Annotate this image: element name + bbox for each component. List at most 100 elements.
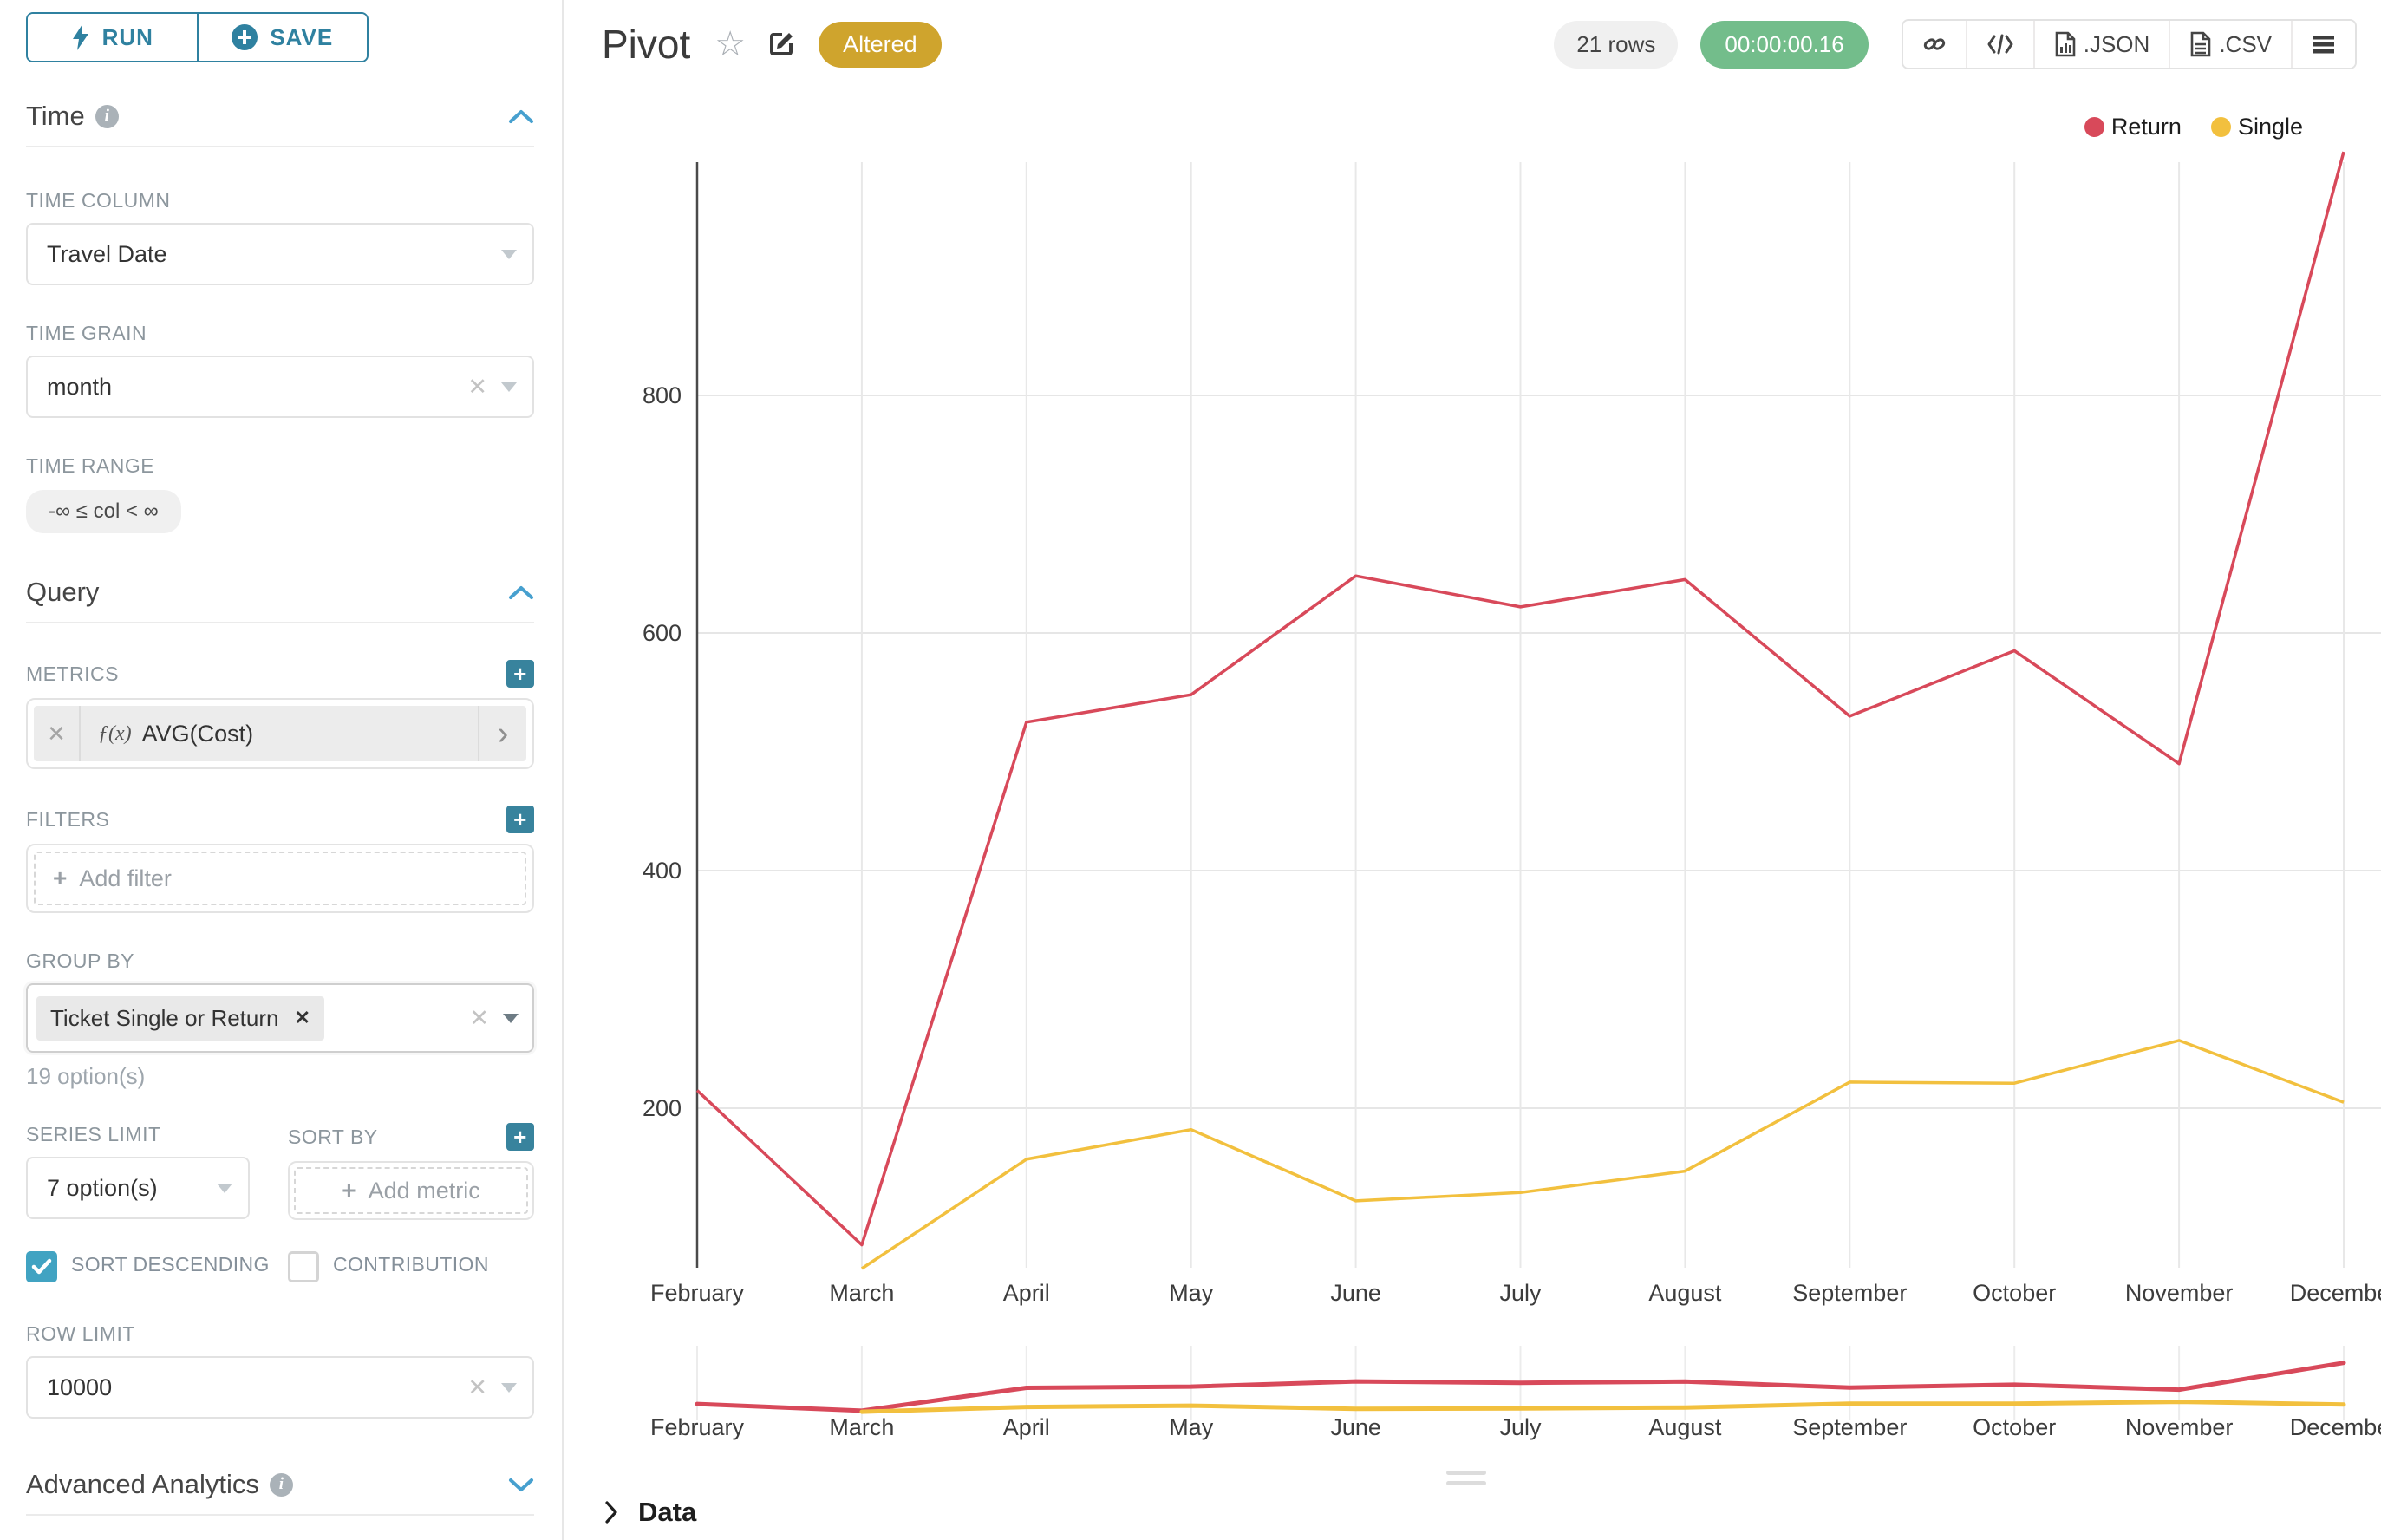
time-grain-select[interactable]: month ✕ — [26, 356, 534, 418]
row-limit-select[interactable]: 10000 ✕ — [26, 1356, 534, 1419]
remove-metric-icon[interactable]: ✕ — [34, 706, 81, 761]
checkbox-row: SORT DESCENDING CONTRIBUTION — [26, 1250, 534, 1282]
function-icon: ƒ(x) — [98, 722, 132, 746]
info-icon: i — [95, 105, 119, 128]
chevron-down-icon[interactable] — [503, 1014, 519, 1023]
edit-properties-icon[interactable] — [766, 29, 796, 59]
group-by-tag: Ticket Single or Return ✕ — [36, 996, 324, 1041]
embed-code-button[interactable] — [1966, 21, 2033, 68]
add-filter-dropzone[interactable]: + Add filter — [34, 852, 526, 905]
panel-resize-handle[interactable] — [1446, 1471, 1486, 1491]
remove-tag-icon[interactable]: ✕ — [294, 1007, 310, 1029]
save-button[interactable]: SAVE — [197, 14, 368, 61]
add-metric-button[interactable]: + — [506, 660, 534, 688]
sort-descending-option[interactable]: SORT DESCENDING — [26, 1250, 288, 1282]
svg-text:July: July — [1499, 1280, 1542, 1306]
chevron-right-icon[interactable]: › — [478, 706, 526, 761]
add-metric-text: Add metric — [369, 1178, 480, 1204]
svg-text:April: April — [1003, 1280, 1050, 1306]
series-limit-label: SERIES LIMIT — [26, 1123, 250, 1146]
group-by-hint: 19 option(s) — [26, 1063, 534, 1090]
plus-icon: + — [53, 865, 67, 892]
svg-text:February: February — [650, 1414, 745, 1440]
single-series-dot — [2211, 117, 2231, 137]
more-options-button[interactable] — [2291, 21, 2355, 68]
chevron-up-icon[interactable] — [508, 584, 534, 600]
legend-item-single[interactable]: Single — [2211, 114, 2303, 140]
query-timer-badge: 00:00:00.16 — [1700, 21, 1868, 69]
time-section-header[interactable]: Time i — [26, 101, 534, 132]
favorite-star-icon[interactable]: ☆ — [714, 27, 746, 62]
legend-item-return[interactable]: Return — [2084, 114, 2182, 140]
svg-text:May: May — [1169, 1414, 1214, 1440]
add-filter-text: Add filter — [79, 865, 172, 892]
limit-sort-row: SERIES LIMIT 7 option(s) SORT BY + + Add… — [26, 1090, 534, 1220]
add-filter-button[interactable]: + — [506, 806, 534, 833]
svg-text:October: October — [1973, 1280, 2056, 1306]
svg-text:February: February — [650, 1280, 745, 1306]
sort-by-label: SORT BY + — [288, 1123, 534, 1151]
menu-icon — [2312, 34, 2336, 55]
metrics-control: ✕ ƒ(x) AVG(Cost) › — [26, 698, 534, 769]
contribution-label: CONTRIBUTION — [333, 1250, 489, 1281]
time-range-pill[interactable]: -∞ ≤ col < ∞ — [26, 490, 181, 533]
copy-link-button[interactable] — [1903, 21, 1966, 68]
chart-legend: Return Single — [2084, 114, 2303, 140]
svg-text:800: 800 — [643, 382, 682, 408]
return-series-dot — [2084, 117, 2104, 137]
svg-text:August: August — [1648, 1414, 1722, 1440]
query-section-header[interactable]: Query — [26, 577, 534, 608]
metric-item[interactable]: ✕ ƒ(x) AVG(Cost) › — [34, 706, 526, 761]
contribution-checkbox[interactable] — [288, 1251, 319, 1282]
metrics-label-text: METRICS — [26, 662, 119, 686]
add-sort-metric-dropzone[interactable]: + Add metric — [294, 1167, 528, 1214]
time-column-select[interactable]: Travel Date — [26, 223, 534, 285]
advanced-analytics-header[interactable]: Advanced Analytics i — [26, 1469, 534, 1500]
group-by-label: GROUP BY — [26, 949, 534, 973]
series-limit-select[interactable]: 7 option(s) — [26, 1157, 250, 1219]
svg-text:September: September — [1792, 1280, 1907, 1306]
chart-title: Pivot — [602, 21, 690, 68]
group-by-select[interactable]: Ticket Single or Return ✕ ✕ — [26, 983, 534, 1053]
code-icon — [1986, 33, 2014, 55]
metric-name: AVG(Cost) — [142, 721, 254, 747]
return-series-label: Return — [2111, 114, 2182, 140]
sort-descending-checkbox[interactable] — [26, 1251, 57, 1282]
svg-text:200: 200 — [643, 1095, 682, 1121]
line-chart[interactable]: 200400600800FebruaryFebruaryMarchMarchAp… — [564, 0, 2381, 1540]
export-csv-button[interactable]: .CSV — [2169, 21, 2291, 68]
clear-icon[interactable]: ✕ — [469, 1005, 489, 1032]
svg-text:600: 600 — [643, 620, 682, 646]
altered-badge[interactable]: Altered — [819, 22, 942, 68]
lightning-icon — [71, 24, 90, 50]
chevron-up-icon[interactable] — [508, 108, 534, 124]
chevron-down-icon[interactable] — [501, 382, 517, 392]
chevron-down-icon[interactable] — [508, 1477, 534, 1492]
divider — [26, 146, 534, 147]
svg-text:December: December — [2290, 1280, 2381, 1306]
add-sort-metric-button[interactable]: + — [506, 1123, 534, 1151]
export-json-button[interactable]: .JSON — [2033, 21, 2169, 68]
run-button[interactable]: RUN — [28, 14, 197, 61]
svg-text:April: April — [1003, 1414, 1050, 1440]
export-toolbar: .JSON .CSV — [1902, 19, 2357, 69]
clear-icon[interactable]: ✕ — [467, 374, 487, 401]
save-button-label: SAVE — [270, 24, 333, 51]
clear-icon[interactable]: ✕ — [467, 1374, 487, 1401]
time-section-title: Time — [26, 101, 85, 132]
data-panel-toggle[interactable]: Data — [603, 1497, 696, 1528]
contribution-option[interactable]: CONTRIBUTION — [288, 1250, 489, 1282]
export-json-label: .JSON — [2084, 31, 2150, 58]
svg-text:October: October — [1973, 1414, 2056, 1440]
single-series-label: Single — [2238, 114, 2303, 140]
chevron-down-icon[interactable] — [217, 1184, 232, 1193]
svg-text:November: November — [2125, 1414, 2234, 1440]
sort-by-control: + Add metric — [288, 1161, 534, 1220]
chevron-down-icon[interactable] — [501, 1383, 517, 1393]
chevron-down-icon[interactable] — [501, 250, 517, 259]
time-grain-label: TIME GRAIN — [26, 322, 534, 345]
metrics-label: METRICS + — [26, 660, 534, 688]
explore-page: RUN SAVE Time i TIME COLUMN Travel Date … — [0, 0, 2381, 1540]
series-limit-value: 7 option(s) — [47, 1175, 158, 1202]
row-limit-label: ROW LIMIT — [26, 1322, 534, 1346]
